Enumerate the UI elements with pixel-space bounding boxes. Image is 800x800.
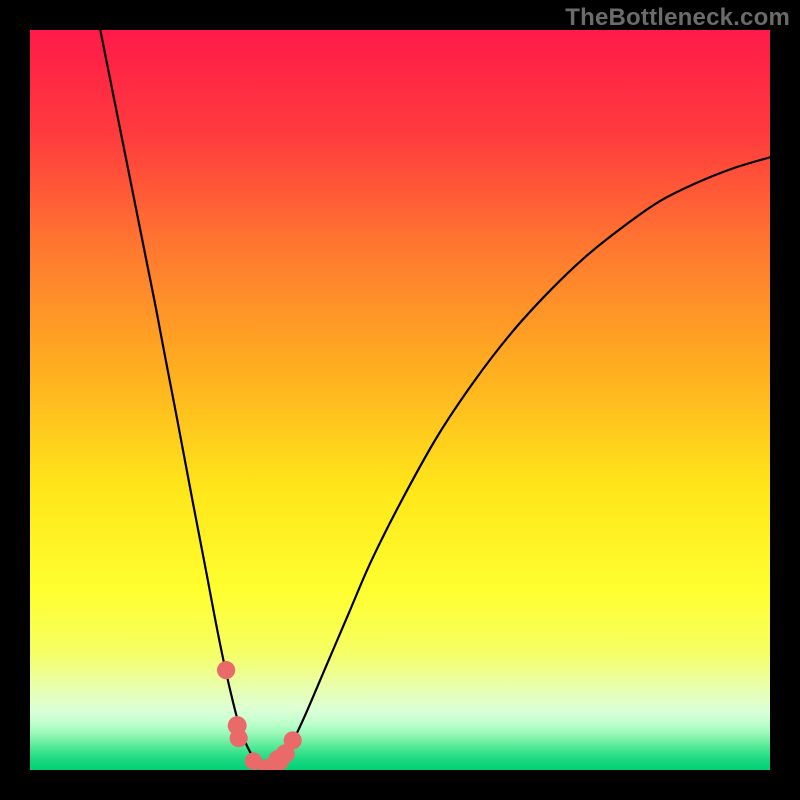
watermark-text: TheBottleneck.com xyxy=(565,4,790,32)
plot-area xyxy=(30,30,770,770)
curve-marker xyxy=(217,661,235,679)
chart-frame: TheBottleneck.com xyxy=(0,0,800,800)
curve-marker xyxy=(284,731,302,749)
curve-marker xyxy=(230,729,248,747)
gradient-background xyxy=(30,30,770,770)
bottleneck-chart xyxy=(30,30,770,770)
